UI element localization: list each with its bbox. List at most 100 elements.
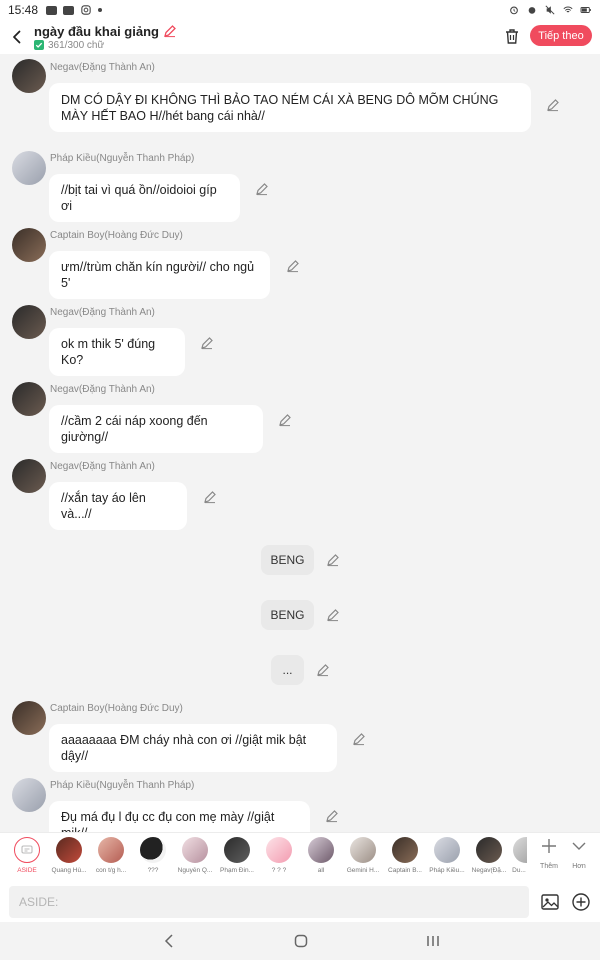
character-label: Gemini H... bbox=[346, 867, 380, 874]
avatar-phap-kieu[interactable] bbox=[12, 778, 46, 812]
trash-icon[interactable] bbox=[502, 26, 522, 46]
character-item[interactable]: ? ? ? bbox=[259, 837, 299, 874]
message-bubble[interactable]: ưm//trùm chăn kín người// cho ngủ 5' bbox=[49, 251, 270, 299]
character-label: ? ? ? bbox=[271, 867, 287, 874]
message-bubble[interactable]: //xắn tay áo lên và...// bbox=[49, 482, 187, 530]
gallery-icon bbox=[63, 5, 75, 15]
message-bubble[interactable]: //cầm 2 cái náp xoong đến giường// bbox=[49, 405, 263, 453]
character-selector: ASIDE Quang Hù... con t/g h... ??? Nguyễ… bbox=[0, 832, 600, 882]
battery-icon bbox=[580, 7, 591, 13]
character-label: Phạm Đin... bbox=[220, 867, 254, 874]
character-item[interactable]: Negav(Đặ... bbox=[469, 837, 509, 874]
avatar-negav[interactable] bbox=[12, 459, 46, 493]
wifi-icon bbox=[563, 6, 573, 13]
chapter-title[interactable]: ngày đầu khai giảng bbox=[34, 24, 159, 39]
instagram-icon bbox=[81, 5, 91, 15]
character-item[interactable]: Phạm Đin... bbox=[217, 837, 257, 874]
edit-pencil-icon[interactable] bbox=[286, 259, 300, 273]
add-circle-icon[interactable] bbox=[571, 892, 591, 912]
next-button[interactable]: Tiếp theo bbox=[530, 25, 592, 46]
character-label: ??? bbox=[147, 867, 159, 874]
nav-back-icon[interactable] bbox=[160, 932, 180, 950]
edit-pencil-icon[interactable] bbox=[203, 490, 217, 504]
nav-recents-icon[interactable] bbox=[423, 932, 443, 950]
avatar bbox=[98, 837, 124, 863]
avatar bbox=[56, 837, 82, 863]
edit-pencil-icon[interactable] bbox=[255, 182, 269, 196]
edit-pencil-icon[interactable] bbox=[326, 553, 340, 567]
character-label: ASIDE bbox=[17, 867, 37, 874]
aside-icon bbox=[14, 837, 40, 863]
add-character-button[interactable]: Thêm bbox=[535, 837, 563, 870]
message-bubble[interactable]: ok m thik 5' đúng Ko? bbox=[49, 328, 185, 376]
character-label: Pháp Kiều... bbox=[429, 867, 465, 874]
edit-pencil-icon[interactable] bbox=[352, 732, 366, 746]
edit-pencil-icon[interactable] bbox=[546, 98, 560, 112]
avatar-negav[interactable] bbox=[12, 382, 46, 416]
character-aside[interactable]: ASIDE bbox=[7, 837, 47, 874]
back-arrow-icon bbox=[13, 30, 21, 44]
aside-bubble[interactable]: BENG bbox=[261, 545, 314, 575]
message-bubble[interactable]: aaaaaaaa ĐM cháy nhà con ơi //giật mik b… bbox=[49, 724, 337, 772]
character-label: Du... bbox=[512, 867, 526, 874]
avatar bbox=[350, 837, 376, 863]
image-icon[interactable] bbox=[540, 892, 560, 912]
avatar-captain-boy[interactable] bbox=[12, 701, 46, 735]
system-nav-bar bbox=[0, 922, 600, 960]
story-header: ngày đầu khai giảng 361/300 chữ Tiếp the… bbox=[0, 20, 600, 54]
avatar-negav[interactable] bbox=[12, 59, 46, 93]
edit-pencil-icon[interactable] bbox=[326, 608, 340, 622]
character-item[interactable]: Gemini H... bbox=[343, 837, 383, 874]
avatar-captain-boy[interactable] bbox=[12, 228, 46, 262]
nav-home-icon[interactable] bbox=[291, 932, 311, 950]
add-label: Thêm bbox=[540, 863, 558, 870]
character-item[interactable]: Du... bbox=[511, 837, 527, 874]
avatar-negav[interactable] bbox=[12, 305, 46, 339]
avatar bbox=[266, 837, 292, 863]
character-item[interactable]: Captain B... bbox=[385, 837, 425, 874]
message-bubble[interactable]: //bịt tai vì quá ồn//oidoioi gíp ơi bbox=[49, 174, 240, 222]
character-label: Captain B... bbox=[388, 867, 422, 874]
avatar bbox=[392, 837, 418, 863]
edit-title-icon[interactable] bbox=[163, 24, 177, 38]
sender-name: Captain Boy(Hoàng Đức Duy) bbox=[50, 230, 183, 241]
status-bar: 15:48 bbox=[0, 0, 600, 20]
message-bubble[interactable]: DM CÓ DẬY ĐI KHÔNG THÌ BẢO TAO NÉM CÁI X… bbox=[49, 83, 531, 132]
sender-name: Negav(Đặng Thành An) bbox=[50, 461, 155, 472]
avatar bbox=[182, 837, 208, 863]
character-item[interactable]: ??? bbox=[133, 837, 173, 874]
chevron-down-icon bbox=[572, 842, 586, 850]
aside-input[interactable] bbox=[9, 886, 529, 918]
aside-bubble[interactable]: BENG bbox=[261, 600, 314, 630]
alarm-icon bbox=[510, 6, 518, 15]
edit-pencil-icon[interactable] bbox=[200, 336, 214, 350]
edit-pencil-icon[interactable] bbox=[278, 413, 292, 427]
character-item[interactable]: Pháp Kiều... bbox=[427, 837, 467, 874]
edit-pencil-icon[interactable] bbox=[325, 809, 339, 823]
back-button[interactable] bbox=[2, 22, 32, 52]
avatar bbox=[140, 837, 166, 863]
status-notification-icons bbox=[46, 5, 103, 15]
character-item[interactable]: Quang Hù... bbox=[49, 837, 89, 874]
avatar bbox=[434, 837, 460, 863]
character-label: con t/g h... bbox=[95, 867, 127, 874]
aside-bubble[interactable]: ... bbox=[271, 655, 304, 685]
plus-icon bbox=[542, 839, 556, 853]
status-time: 15:48 bbox=[8, 3, 39, 17]
avatar bbox=[308, 837, 334, 863]
more-characters-button[interactable]: Hơn bbox=[565, 837, 593, 870]
sender-name: Negav(Đặng Thành An) bbox=[50, 307, 155, 318]
character-item[interactable]: con t/g h... bbox=[91, 837, 131, 874]
alarm-clock-icon bbox=[528, 7, 536, 14]
more-label: Hơn bbox=[572, 863, 586, 870]
avatar-phap-kieu[interactable] bbox=[12, 151, 46, 185]
character-label: Quang Hù... bbox=[51, 867, 87, 874]
character-item[interactable]: Nguyễn Q... bbox=[175, 837, 215, 874]
sender-name: Pháp Kiều(Nguyễn Thanh Pháp) bbox=[50, 153, 195, 164]
status-system-icons bbox=[508, 5, 592, 15]
character-item[interactable]: all bbox=[301, 837, 341, 874]
sender-name: Captain Boy(Hoàng Đức Duy) bbox=[50, 703, 183, 714]
avatar bbox=[513, 837, 527, 863]
sender-name: Negav(Đặng Thành An) bbox=[50, 384, 155, 395]
edit-pencil-icon[interactable] bbox=[316, 663, 330, 677]
